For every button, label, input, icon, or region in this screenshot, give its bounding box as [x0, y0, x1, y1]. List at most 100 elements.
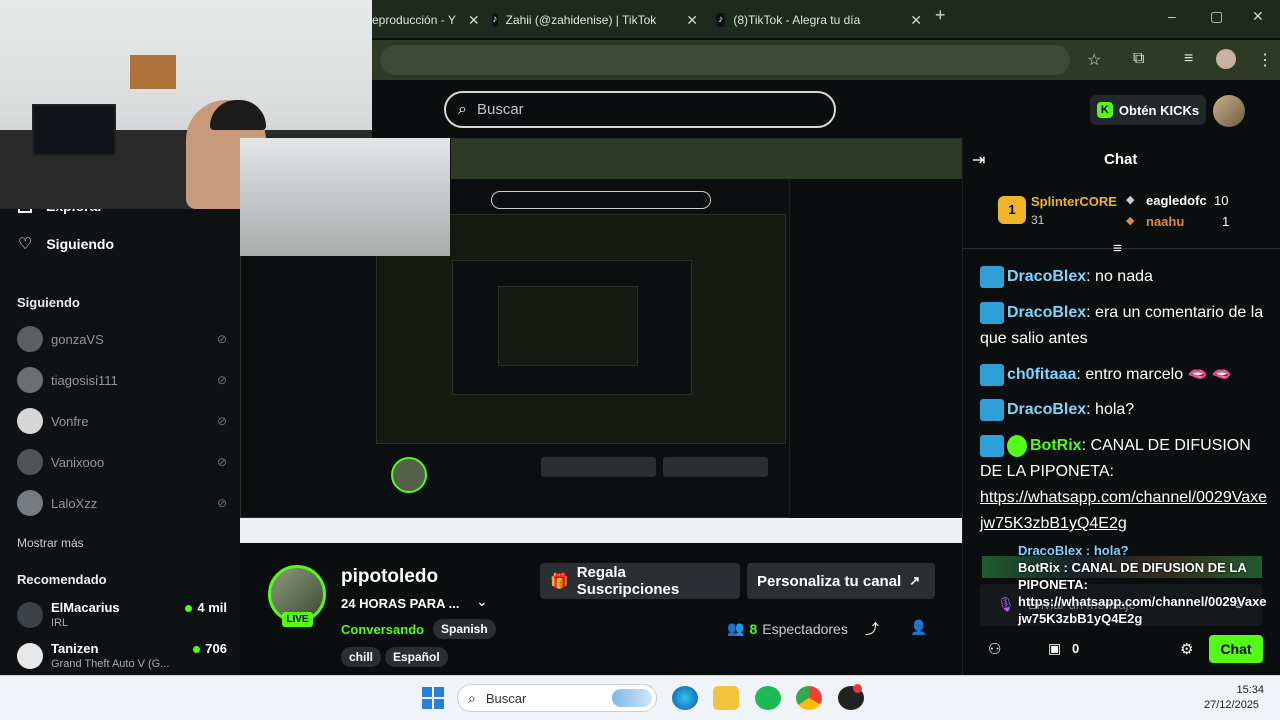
avatar — [17, 449, 43, 475]
follow-user-icon[interactable]: 👤 — [910, 619, 927, 636]
sidebar-item-following[interactable]: ♡ Siguiendo — [18, 234, 114, 254]
user-avatar[interactable] — [1213, 95, 1245, 127]
stream-tag[interactable]: chill — [341, 647, 382, 667]
chrome-icon[interactable] — [796, 686, 822, 710]
chat-username[interactable]: DracoBlex — [1007, 268, 1086, 285]
browser-tab-3[interactable]: ♪ (8)TikTok - Alegra tu día ✕ — [716, 6, 922, 34]
minimize-button[interactable]: – — [1168, 8, 1176, 24]
captured-player-nested-2 — [498, 286, 638, 366]
stream-category[interactable]: Conversando — [341, 622, 424, 637]
following-user-item[interactable]: gonzaVS ⊘ — [17, 326, 227, 352]
viewer-count-value: 8 — [749, 620, 758, 637]
captured-search — [491, 191, 711, 209]
stream-tag[interactable]: Español — [385, 647, 448, 667]
taskbar-search-input[interactable]: ⌕ Buscar — [457, 684, 657, 712]
share-icon[interactable]: ⤴ — [865, 619, 879, 639]
viewer-count-value: 4 mil — [197, 600, 227, 615]
user-name: tiagosisi111 — [51, 372, 118, 388]
show-more-link[interactable]: Mostrar más — [17, 536, 84, 550]
search-icon: ⌕ — [468, 689, 476, 706]
windows-start-icon[interactable] — [422, 687, 444, 709]
chevron-down-icon[interactable]: ⌄ — [476, 593, 488, 610]
browser-menu-icon[interactable]: ⋮ — [1257, 50, 1273, 70]
verified-icon — [1007, 434, 1027, 457]
avatar — [17, 326, 43, 352]
microphone-icon[interactable]: 🎙 — [997, 596, 1015, 613]
edge-browser-icon[interactable] — [672, 686, 698, 710]
avatar — [17, 490, 43, 516]
chat-message: BotRix: CANAL DE DIFUSION DE LA PIPONETA… — [980, 433, 1270, 537]
url-field[interactable] — [380, 45, 1070, 75]
heart-icon: ♡ — [18, 236, 33, 253]
overlay-line: DracoBlex : hola? — [1018, 543, 1129, 558]
chat-username[interactable]: DracoBlex — [1007, 304, 1086, 321]
avatar — [17, 408, 43, 434]
captured-taskbar — [240, 518, 962, 543]
leaderboard-name[interactable]: eagledofc — [1146, 193, 1207, 208]
media-controls-icon[interactable]: ≡ — [1184, 50, 1193, 68]
kicks-icon[interactable]: ⚇ — [988, 640, 1001, 658]
file-explorer-icon[interactable] — [713, 686, 739, 710]
send-chat-button[interactable]: Chat — [1209, 635, 1263, 663]
close-tab-icon[interactable]: ✕ — [468, 12, 480, 29]
following-user-item[interactable]: LaloXzz ⊘ — [17, 490, 227, 516]
expand-leaderboard-icon[interactable]: ≡ — [1113, 240, 1122, 257]
leaderboard-name[interactable]: naahu — [1146, 214, 1184, 229]
customize-channel-button[interactable]: Personaliza tu canal ↗ — [747, 563, 935, 599]
language-tag[interactable]: Spanish — [433, 619, 496, 639]
chat-username[interactable]: DracoBlex — [1007, 401, 1086, 418]
rank-three-icon: ◆ — [1126, 215, 1135, 227]
bookmark-star-icon[interactable]: ☆ — [1087, 50, 1101, 70]
user-name: Vonfre — [51, 413, 89, 429]
chat-username[interactable]: ch0fitaaa — [1007, 366, 1076, 383]
offline-icon: ⊘ — [216, 455, 227, 469]
chat-link[interactable]: https://whatsapp.com/channel/0029Vaxejw7… — [980, 489, 1267, 532]
streamer-name[interactable]: pipotoledo — [341, 566, 438, 588]
external-link-icon: ↗ — [909, 573, 921, 588]
search-input[interactable]: ⌕ Buscar — [444, 91, 836, 128]
maximize-button[interactable]: ▢ — [1210, 8, 1223, 25]
close-tab-icon[interactable]: ✕ — [686, 12, 698, 29]
taskbar-search-placeholder: Buscar — [485, 690, 527, 706]
viewers-icon: 👥 — [727, 620, 745, 636]
chat-title: Chat — [1104, 151, 1138, 168]
chat-message: ch0fitaaa: entro marcelo 🫦 🫦 — [980, 362, 1270, 388]
leaderboard-name[interactable]: SplinterCORE — [1031, 194, 1117, 209]
following-user-item[interactable]: tiagosisi111 ⊘ — [17, 367, 227, 393]
gift-icon[interactable]: ▣ — [1048, 640, 1061, 657]
tiktok-icon: ♪ — [716, 13, 726, 27]
following-user-item[interactable]: Vonfre ⊘ — [17, 408, 227, 434]
new-tab-button[interactable]: + — [935, 5, 946, 26]
customize-channel-label: Personaliza tu canal — [757, 572, 902, 590]
browser-tab-1[interactable]: eproducción - Y ✕ — [372, 6, 482, 34]
close-window-button[interactable]: ✕ — [1252, 8, 1264, 25]
recommended-channel-item[interactable]: ElMacarius IRL 4 mil — [17, 600, 227, 632]
avatar — [17, 602, 43, 628]
extensions-icon[interactable]: ⧉ — [1133, 50, 1144, 68]
captured-button — [663, 457, 768, 477]
settings-gear-icon[interactable]: ⚙ — [1180, 640, 1193, 658]
spotify-icon[interactable] — [755, 686, 781, 710]
gift-subs-button[interactable]: 🎁 Regala Suscripciones — [540, 563, 740, 599]
clock-time[interactable]: 15:34 — [1234, 684, 1264, 696]
video-player[interactable] — [240, 138, 962, 543]
get-kicks-button[interactable]: K Obtén KICKs — [1090, 95, 1206, 125]
following-section-title: Siguiendo — [17, 295, 80, 310]
collapse-chat-icon[interactable]: ⇥ — [972, 150, 985, 170]
gift-subs-label: Regala Suscripciones — [576, 564, 680, 598]
viewer-count-label: Espectadores — [762, 620, 848, 637]
clock-date[interactable]: 27/12/2025 — [1204, 699, 1259, 711]
live-badge: LIVE — [282, 612, 313, 627]
profile-avatar[interactable] — [1216, 49, 1236, 69]
close-tab-icon[interactable]: ✕ — [910, 12, 922, 29]
browser-tab-2[interactable]: ♪ Zahii (@zahidenise) | TikTok ✕ — [492, 6, 698, 34]
captured-player-nested — [452, 260, 692, 395]
recommended-channel-item[interactable]: Tanizen Grand Theft Auto V (G... 706 — [17, 641, 227, 673]
chat-username[interactable]: BotRix — [1030, 437, 1082, 454]
tab-title: Zahii (@zahidenise) | TikTok — [505, 13, 657, 27]
rank-badge: 1 — [998, 196, 1026, 224]
leaderboard-value: 10 — [1214, 193, 1229, 208]
offline-icon: ⊘ — [216, 414, 227, 428]
chat-message: DracoBlex: hola? — [980, 397, 1270, 423]
following-user-item[interactable]: Vanixooo ⊘ — [17, 449, 227, 475]
